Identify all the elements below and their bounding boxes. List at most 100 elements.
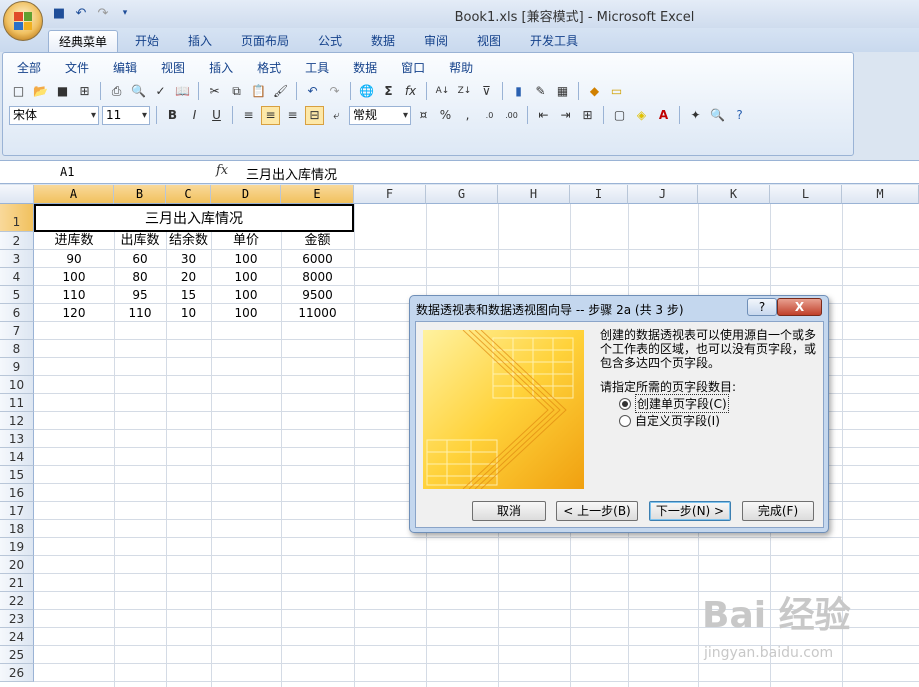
col-header-d[interactable]: D [211,185,281,204]
row-header-6[interactable]: 6 [0,304,34,322]
row-header-20[interactable]: 20 [0,556,34,574]
col-header-k[interactable]: K [698,185,770,204]
data-cell[interactable]: 95 [114,286,166,304]
open-icon[interactable]: 📂 [31,82,50,101]
cancel-button[interactable]: 取消 [472,501,546,521]
data-cell[interactable]: 120 [34,304,114,322]
col-header-e[interactable]: E [281,185,354,204]
insert-function-icon[interactable]: fx [216,163,228,178]
row-header-7[interactable]: 7 [0,322,34,340]
row-header-24[interactable]: 24 [0,628,34,646]
decrease-indent-icon[interactable]: ⇤ [534,106,553,125]
percent-icon[interactable]: % [436,106,455,125]
align-center-icon[interactable]: ≡ [261,105,280,125]
header-cell-out[interactable]: 出库数 [114,232,166,250]
data-cell[interactable]: 9500 [281,286,354,304]
row-header-17[interactable]: 17 [0,502,34,520]
row-header-10[interactable]: 10 [0,376,34,394]
data-cell[interactable]: 90 [34,250,114,268]
folder-icon[interactable]: ▭ [607,82,626,101]
data-cell[interactable]: 110 [114,304,166,322]
col-header-i[interactable]: I [570,185,628,204]
currency-icon[interactable]: ¤ [414,106,433,125]
number-format-combo[interactable]: 常规 [349,105,411,125]
zoom-icon[interactable]: 🔍 [708,106,727,125]
cut-icon[interactable]: ✂ [205,82,224,101]
tab-page-layout[interactable]: 页面布局 [231,30,299,52]
data-cell[interactable]: 10 [166,304,211,322]
col-header-j[interactable]: J [628,185,698,204]
styles-icon[interactable]: ✦ [686,106,705,125]
tab-developer[interactable]: 开发工具 [520,30,588,52]
row-header-23[interactable]: 23 [0,610,34,628]
data-cell[interactable]: 11000 [281,304,354,322]
col-header-f[interactable]: F [354,185,426,204]
tab-data[interactable]: 数据 [361,30,405,52]
row-header-21[interactable]: 21 [0,574,34,592]
grid-icon[interactable]: ▦ [553,82,572,101]
save-icon[interactable]: ■ [53,82,72,101]
print-icon[interactable]: ⎙ [107,82,126,101]
redo-icon[interactable]: ↷ [325,82,344,101]
align-right-icon[interactable]: ≡ [283,106,302,125]
header-cell-balance[interactable]: 结余数 [166,232,211,250]
row-header-25[interactable]: 25 [0,646,34,664]
col-header-g[interactable]: G [426,185,498,204]
dialog-close-button[interactable]: X [777,298,822,316]
next-button[interactable]: 下一步(N) > [649,501,731,521]
tab-formulas[interactable]: 公式 [308,30,352,52]
align-left-icon[interactable]: ≡ [239,106,258,125]
menu-view[interactable]: 视图 [153,59,193,77]
row-header-9[interactable]: 9 [0,358,34,376]
menu-all[interactable]: 全部 [9,59,49,77]
data-cell[interactable]: 8000 [281,268,354,286]
col-header-h[interactable]: H [498,185,570,204]
new-icon[interactable]: □ [9,82,28,101]
drawing-icon[interactable]: ✎ [531,82,550,101]
data-cell[interactable]: 30 [166,250,211,268]
row-header-5[interactable]: 5 [0,286,34,304]
menu-help[interactable]: 帮助 [441,59,481,77]
name-box[interactable]: A1 [2,163,157,182]
data-cell[interactable]: 20 [166,268,211,286]
fill-color-icon[interactable]: ◈ [632,106,651,125]
data-cell[interactable]: 80 [114,268,166,286]
row-header-16[interactable]: 16 [0,484,34,502]
formula-input[interactable]: 三月出入库情况 [246,164,337,183]
tab-review[interactable]: 审阅 [414,30,458,52]
chart-wizard-icon[interactable]: ▮ [509,82,528,101]
row-header-19[interactable]: 19 [0,538,34,556]
data-cell[interactable]: 100 [211,304,281,322]
font-color-icon[interactable]: A [654,106,673,125]
sort-ascending-icon[interactable]: A↓ [433,82,452,101]
menu-edit[interactable]: 编辑 [105,59,145,77]
col-header-a[interactable]: A [34,185,114,204]
tab-view[interactable]: 视图 [467,30,511,52]
data-cell[interactable]: 60 [114,250,166,268]
row-header-12[interactable]: 12 [0,412,34,430]
row-header-14[interactable]: 14 [0,448,34,466]
copy-icon[interactable]: ⧉ [227,82,246,101]
radio-single-page-field[interactable]: 创建单页字段(C) [619,394,729,413]
sort-descending-icon[interactable]: Z↓ [455,82,474,101]
data-cell[interactable]: 6000 [281,250,354,268]
data-cell[interactable]: 15 [166,286,211,304]
row-header-8[interactable]: 8 [0,340,34,358]
row-header-3[interactable]: 3 [0,250,34,268]
decrease-decimal-icon[interactable]: .00 [502,106,521,125]
paste-icon[interactable]: 📋 [249,82,268,101]
border-style-icon[interactable]: ▢ [610,106,629,125]
back-button[interactable]: < 上一步(B) [556,501,638,521]
format-painter-icon[interactable]: 🖌 [271,82,290,101]
header-cell-amount[interactable]: 金额 [281,232,354,250]
bold-icon[interactable]: B [163,106,182,125]
undo-icon[interactable]: ↶ [303,82,322,101]
underline-icon[interactable]: U [207,106,226,125]
dialog-help-button[interactable]: ? [747,298,777,316]
row-header-13[interactable]: 13 [0,430,34,448]
tab-home[interactable]: 开始 [125,30,169,52]
font-size-combo[interactable]: 11 [102,105,150,125]
data-cell[interactable]: 110 [34,286,114,304]
autosum-icon[interactable]: Σ [379,82,398,101]
header-cell-in[interactable]: 进库数 [34,232,114,250]
